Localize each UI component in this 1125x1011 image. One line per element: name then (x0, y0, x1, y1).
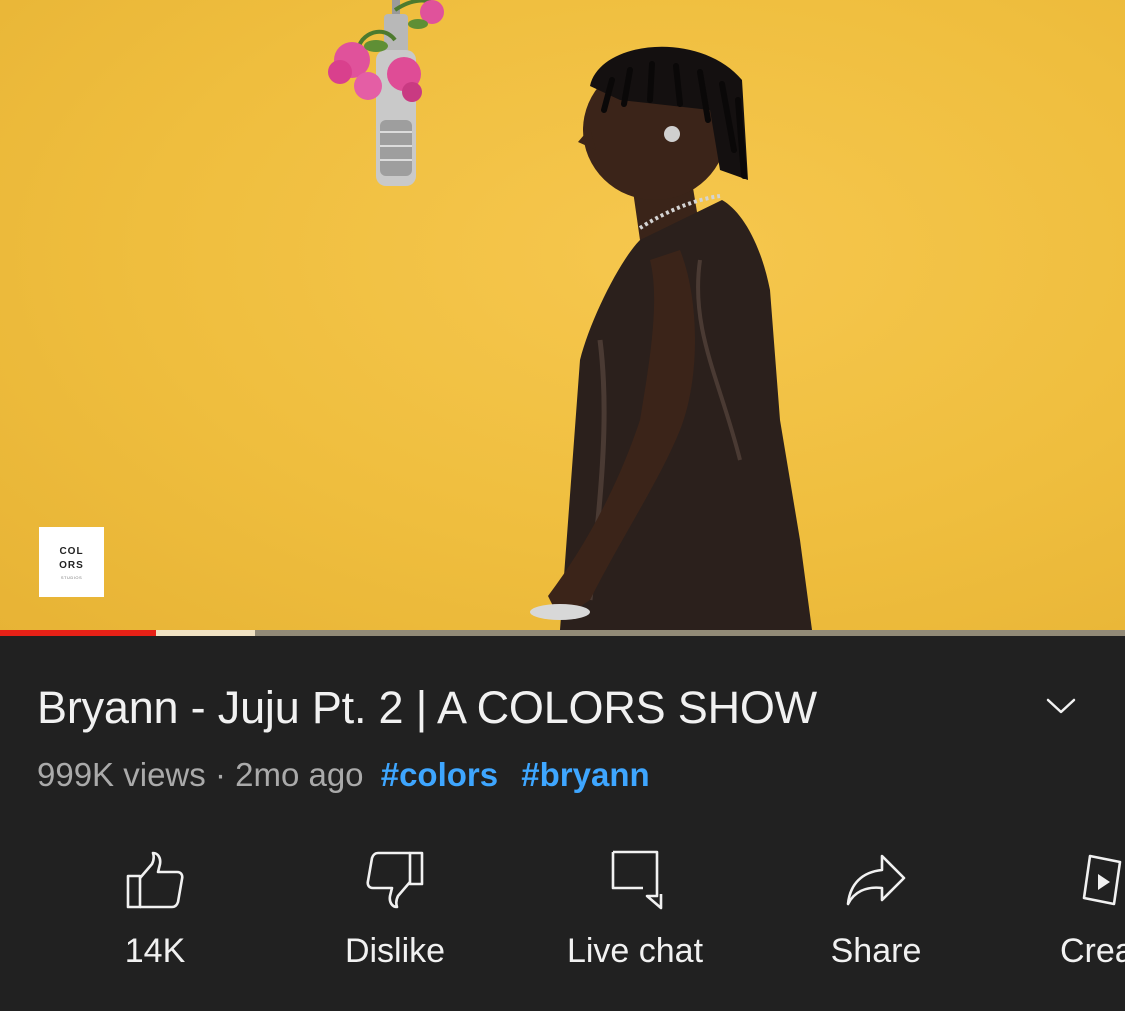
channel-watermark[interactable]: COL ORS STUDIOS (39, 527, 104, 597)
dislike-button[interactable]: Dislike (295, 848, 495, 978)
dislike-label: Dislike (344, 932, 446, 970)
watermark-text-line3: STUDIOS (60, 574, 83, 580)
video-title[interactable]: Bryann - Juju Pt. 2 | A COLORS SHOW (37, 682, 1017, 734)
share-label: Share (830, 932, 922, 970)
chevron-down-icon (1046, 698, 1076, 714)
video-frame (328, 0, 812, 630)
create-label: Crea (1060, 932, 1125, 970)
performer-image (530, 46, 812, 630)
share-button[interactable]: Share (776, 848, 976, 978)
video-metadata[interactable]: 999K views · 2mo ago #colors #bryann (37, 756, 650, 794)
watermark-text-line1: COL (59, 545, 84, 557)
thumbs-down-icon (366, 851, 424, 909)
like-count: 14K (124, 932, 186, 970)
view-count: 999K views (37, 756, 206, 793)
watermark-text-line2: ORS (59, 559, 84, 571)
hashtag-link[interactable]: #colors (381, 756, 498, 793)
progress-bar[interactable] (0, 630, 1125, 636)
progress-played (0, 630, 157, 636)
upload-age: 2mo ago (235, 756, 364, 793)
like-button[interactable]: 14K (55, 848, 255, 978)
action-bar: 14K Dislike Live chat Share Crea (0, 848, 1125, 988)
chat-bubble-icon (611, 850, 663, 910)
create-button[interactable]: Crea (1060, 848, 1125, 978)
create-icon (1082, 854, 1122, 906)
expand-description-button[interactable] (1040, 688, 1082, 724)
live-chat-label: Live chat (566, 932, 704, 970)
meta-separator: · (214, 756, 226, 793)
share-arrow-icon (846, 854, 906, 906)
thumbs-up-icon (126, 851, 184, 909)
live-chat-button[interactable]: Live chat (535, 848, 735, 978)
video-player[interactable]: COL ORS STUDIOS (0, 0, 1125, 636)
hashtag-link[interactable]: #bryann (521, 756, 649, 793)
